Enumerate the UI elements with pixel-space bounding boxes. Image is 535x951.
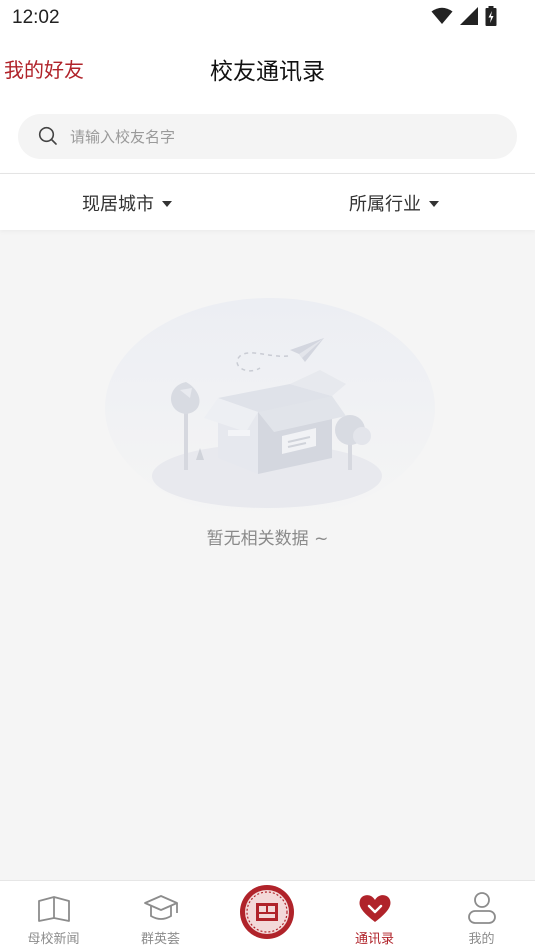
search-box[interactable]: [18, 114, 517, 159]
university-seal-icon: [240, 885, 294, 939]
status-time: 12:02: [12, 7, 60, 28]
tab-label: 群英荟: [140, 932, 180, 947]
graduation-cap-icon: [144, 895, 178, 920]
search-section: [0, 100, 535, 173]
search-input[interactable]: [70, 114, 490, 159]
heart-icon: [359, 895, 391, 922]
empty-box-illustration: [105, 298, 435, 518]
tab-label: 通讯录: [354, 932, 394, 947]
tab-label: 母校新闻: [27, 932, 80, 947]
bottom-tab-bar: 母校新闻 群英荟 通讯录 我的: [0, 880, 535, 951]
book-icon: [38, 896, 70, 922]
status-bar: 12:02: [0, 0, 535, 36]
search-icon: [38, 126, 57, 145]
page-title: 校友通讯录: [210, 59, 325, 85]
wifi-icon: [431, 7, 453, 24]
tab-university-home[interactable]: [214, 881, 321, 951]
battery-icon: [485, 6, 497, 26]
tab-elite-club[interactable]: 群英荟: [107, 881, 214, 951]
tab-label: 我的: [468, 932, 495, 947]
city-filter-dropdown[interactable]: 现居城市: [82, 190, 172, 216]
tab-directory[interactable]: 通讯录: [321, 881, 428, 951]
signal-icon: [460, 7, 478, 25]
caret-down-icon: [429, 201, 439, 207]
filter-bar: 现居城市 所属行业: [0, 173, 535, 230]
tab-profile[interactable]: 我的: [428, 881, 535, 951]
city-filter-label: 现居城市: [82, 194, 154, 215]
industry-filter-label: 所属行业: [349, 194, 421, 215]
user-icon: [468, 892, 496, 924]
status-icons: [431, 6, 497, 26]
caret-down-icon: [162, 201, 172, 207]
tab-school-news[interactable]: 母校新闻: [0, 881, 107, 951]
industry-filter-dropdown[interactable]: 所属行业: [349, 190, 439, 216]
empty-state-text: 暂无相关数据 ~: [206, 529, 329, 549]
nav-bar: 我的好友 校友通讯录: [0, 36, 535, 100]
